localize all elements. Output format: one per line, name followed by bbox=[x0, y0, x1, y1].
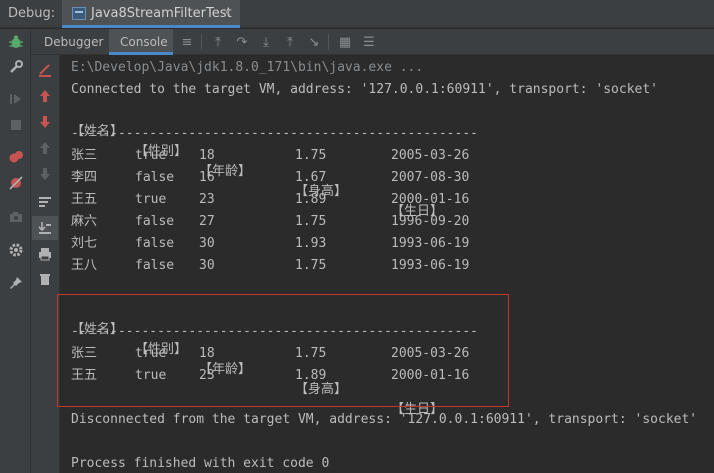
table-cell: 30 bbox=[199, 236, 215, 251]
down-disabled-icon[interactable] bbox=[35, 164, 55, 184]
table-cell: 2005-03-26 bbox=[391, 148, 470, 163]
bug-icon[interactable] bbox=[6, 32, 26, 52]
table-cell: 30 bbox=[199, 258, 215, 273]
table-row: 王八 false 30 1.75 1993-06-19 bbox=[71, 256, 711, 276]
step-over-icon[interactable]: ↷ bbox=[233, 33, 251, 51]
table-divider: ----------------------------------------… bbox=[71, 126, 478, 141]
table-cell: 1.89 bbox=[295, 192, 327, 207]
table-row: 刘七 false 30 1.93 1993-06-19 bbox=[71, 234, 711, 254]
table-cell: false bbox=[135, 236, 175, 251]
table-row: 王五 true 23 1.89 2000-01-16 bbox=[71, 190, 711, 210]
toolbar-divider bbox=[201, 34, 202, 50]
debug-left-toolbar bbox=[0, 29, 31, 473]
table-cell: 1996-09-20 bbox=[391, 214, 470, 229]
pause-icon[interactable] bbox=[6, 115, 26, 135]
wrench-icon[interactable] bbox=[6, 57, 26, 77]
table-cell: 16 bbox=[199, 170, 215, 185]
show-execution-point-icon[interactable]: ⤒ bbox=[209, 33, 227, 51]
table-cell: 刘七 bbox=[71, 236, 98, 251]
table-cell: 1.93 bbox=[295, 236, 327, 251]
resume-icon[interactable] bbox=[6, 89, 26, 109]
table-cell: 2000-01-16 bbox=[391, 192, 470, 207]
table-row: 张三 true 18 1.75 2005-03-26 bbox=[71, 146, 711, 166]
process-finished-message: Process finished with exit code 0 bbox=[71, 456, 330, 471]
tab-title: Java8StreamFilterTest bbox=[91, 6, 232, 21]
debug-tool-window-header: Debug: Java8StreamFilterTest × bbox=[0, 0, 714, 28]
table-cell: 1.75 bbox=[295, 258, 327, 273]
table-cell: 1993-06-19 bbox=[391, 258, 470, 273]
table-cell: 李四 bbox=[71, 170, 98, 185]
view-breakpoints-icon[interactable] bbox=[6, 147, 26, 167]
table-cell: true bbox=[135, 148, 167, 163]
rerun-icon[interactable] bbox=[35, 60, 55, 80]
pin-icon[interactable] bbox=[6, 273, 26, 293]
table-cell: 1.75 bbox=[295, 214, 327, 229]
table-cell: 1.67 bbox=[295, 170, 327, 185]
run-to-cursor-icon[interactable]: ↘ bbox=[305, 33, 323, 51]
table-row: 李四 false 16 1.67 2007-08-30 bbox=[71, 168, 711, 188]
trash-icon[interactable] bbox=[35, 269, 55, 289]
table-cell: 1993-06-19 bbox=[391, 236, 470, 251]
disconnected-message: Disconnected from the target VM, address… bbox=[71, 412, 698, 427]
console-output[interactable]: E:\Develop\Java\jdk1.8.0_171\bin\java.ex… bbox=[60, 55, 714, 473]
table-cell: 27 bbox=[199, 214, 215, 229]
close-icon[interactable]: × bbox=[222, 5, 232, 19]
table-cell: 18 bbox=[199, 148, 215, 163]
scroll-to-end-icon[interactable] bbox=[32, 216, 58, 240]
table-cell: false bbox=[135, 258, 175, 273]
table-cell: false bbox=[135, 170, 175, 185]
evaluate-expression-icon[interactable]: ▦ bbox=[336, 33, 354, 51]
debug-subtab-bar: Debugger Console ≡ ⤒ ↷ ⤓ ⤒ ↘ ▦ ☰ bbox=[31, 29, 714, 55]
table-cell: 张三 bbox=[71, 148, 98, 163]
table-cell: 23 bbox=[199, 192, 215, 207]
soft-wrap-icon[interactable] bbox=[35, 192, 55, 212]
step-into-icon[interactable]: ⤓ bbox=[257, 33, 275, 51]
table-header-all: 【姓名】 【性别】 【年龄】 【身高】 【生日】 bbox=[71, 102, 711, 219]
print-icon[interactable] bbox=[35, 244, 55, 264]
table-cell: false bbox=[135, 214, 175, 229]
console-left-toolbar bbox=[31, 55, 60, 473]
up-disabled-icon[interactable] bbox=[35, 138, 55, 158]
table-cell: true bbox=[135, 192, 167, 207]
table-cell: 麻六 bbox=[71, 214, 98, 229]
tab-console[interactable]: Console bbox=[109, 29, 173, 55]
run-config-icon bbox=[72, 7, 86, 20]
mute-breakpoints-icon[interactable] bbox=[6, 173, 26, 193]
table-cell: 1.75 bbox=[295, 148, 327, 163]
step-out-icon[interactable]: ⤒ bbox=[281, 33, 299, 51]
table-cell: 王五 bbox=[71, 192, 98, 207]
down-arrow-icon[interactable] bbox=[35, 112, 55, 132]
camera-icon[interactable] bbox=[6, 207, 26, 227]
tab-debugger[interactable]: Debugger bbox=[38, 29, 108, 55]
menu-icon[interactable]: ≡ bbox=[178, 33, 196, 51]
tab-java8streamfiltertest[interactable]: Java8StreamFilterTest × bbox=[62, 0, 240, 28]
table-row: 麻六 false 27 1.75 1996-09-20 bbox=[71, 212, 711, 232]
settings-icon[interactable] bbox=[6, 240, 26, 260]
connected-message: Connected to the target VM, address: '12… bbox=[71, 82, 658, 97]
highlight-box bbox=[57, 294, 509, 407]
up-arrow-icon[interactable] bbox=[35, 86, 55, 106]
toolbar-divider bbox=[328, 34, 329, 50]
table-cell: 王八 bbox=[71, 258, 98, 273]
debug-label: Debug: bbox=[8, 6, 56, 21]
trace-icon[interactable]: ☰ bbox=[360, 33, 378, 51]
table-cell: 2007-08-30 bbox=[391, 170, 470, 185]
command-line: E:\Develop\Java\jdk1.8.0_171\bin\java.ex… bbox=[71, 60, 424, 75]
